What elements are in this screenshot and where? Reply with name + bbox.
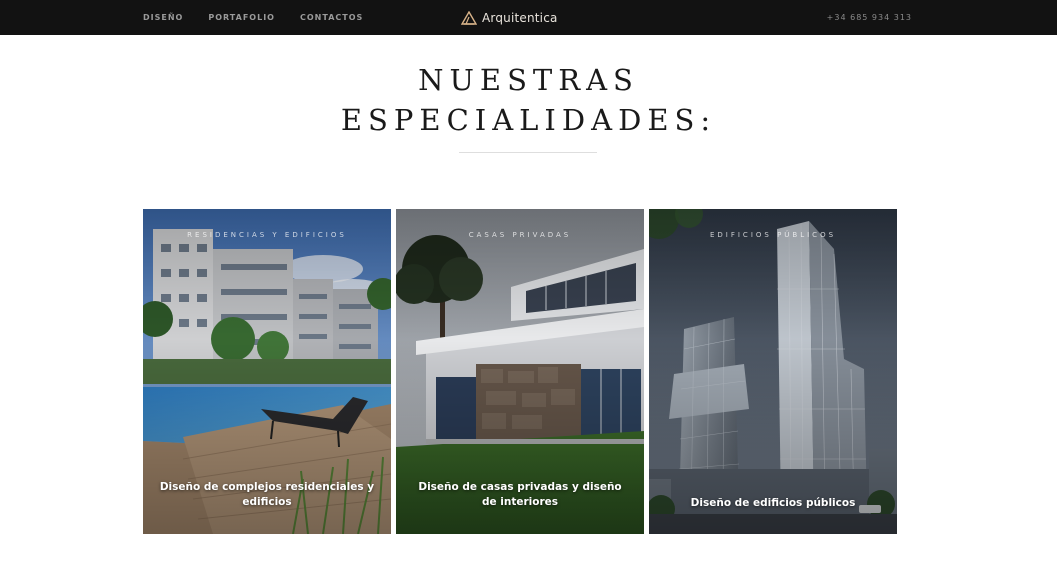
section-title-line-1: NUESTRAS [418,63,639,97]
card-caption: Diseño de casas privadas y diseño de int… [418,481,622,508]
specialty-card-residencias[interactable]: RESIDENCIAS Y EDIFICIOS Diseño de comple… [143,209,391,534]
section-title-line-2: ESPECIALIDADES: [340,103,717,137]
specialty-card-casas-privadas[interactable]: CASAS PRIVADAS Diseño de casas privadas … [396,209,644,534]
card-overlay [649,209,897,534]
card-tag: CASAS PRIVADAS [468,231,572,239]
section-title: NUESTRAS ESPECIALIDADES: [0,60,1057,140]
specialty-card-edificios-publicos[interactable]: EDIFICIOS PÚBLICOS Diseño de edificios p… [649,209,897,534]
main-nav: DISEÑO PORTAFOLIO CONTACTOS [143,0,388,35]
brand-logo[interactable]: Arquitentica [461,0,558,35]
card-tag: RESIDENCIAS Y EDIFICIOS [187,231,347,239]
nav-link-portafolio[interactable]: PORTAFOLIO [208,13,275,22]
nav-link-diseno[interactable]: DISEÑO [143,13,183,22]
phone-number[interactable]: +34 685 934 313 [827,0,912,35]
title-divider [459,152,597,153]
nav-link-contactos[interactable]: CONTACTOS [300,13,363,22]
logo-text: Arquitentica [482,10,558,25]
card-tag: EDIFICIOS PÚBLICOS [709,231,837,239]
top-navigation-bar: DISEÑO PORTAFOLIO CONTACTOS Arquitentica… [0,0,1057,35]
card-caption: Diseño de edificios públicos [690,497,856,509]
card-caption: Diseño de complejos residenciales y edif… [159,481,375,508]
triangle-logo-icon [461,10,477,25]
